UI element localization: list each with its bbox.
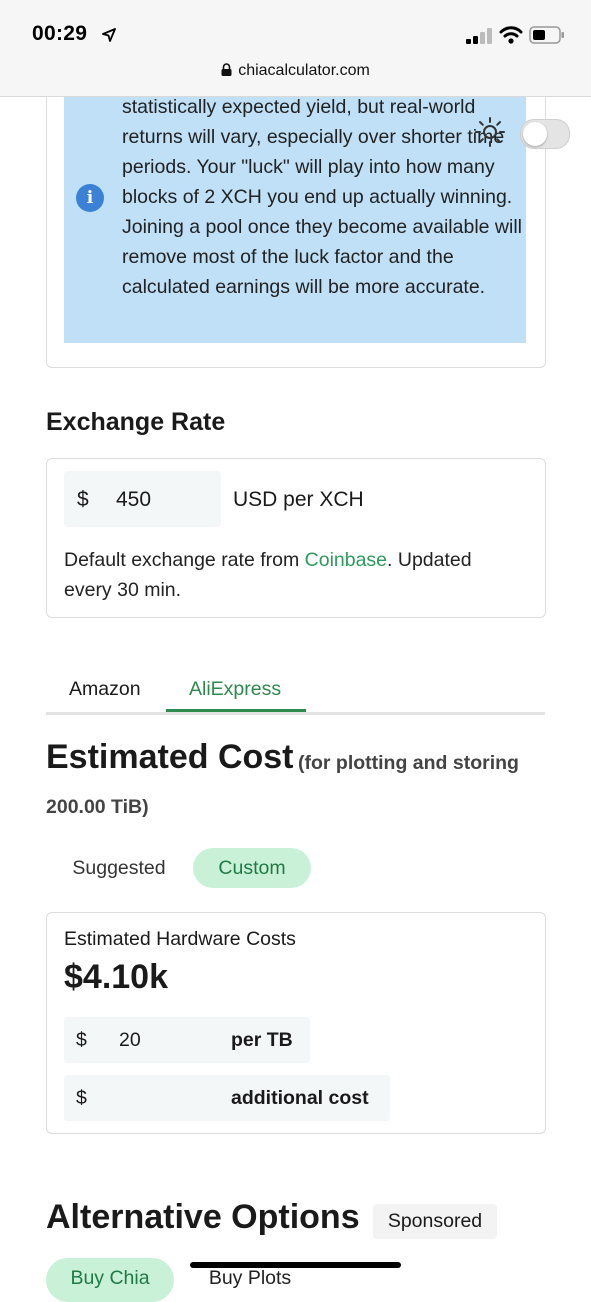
- dark-mode-toggle[interactable]: [520, 119, 570, 149]
- currency-symbol: $: [77, 488, 89, 511]
- exchange-rate-heading: Exchange Rate: [46, 408, 226, 436]
- per-tb-cost-value[interactable]: 20: [119, 1029, 141, 1052]
- sun-icon[interactable]: [474, 116, 506, 148]
- tab-amazon[interactable]: Amazon: [69, 678, 141, 701]
- wifi-icon: [499, 26, 523, 44]
- additional-cost-input[interactable]: $ additional cost: [64, 1075, 390, 1121]
- cellular-signal-icon: [466, 28, 492, 44]
- exchange-rate-note: Default exchange rate from Coinbase. Upd…: [64, 545, 524, 605]
- status-bar: 00:29 chiacalculator.com: [0, 0, 591, 97]
- sponsored-badge: Sponsored: [373, 1204, 497, 1239]
- buy-chia-button[interactable]: Buy Chia: [46, 1258, 174, 1302]
- custom-button[interactable]: Custom: [193, 848, 311, 888]
- hardware-costs-total: $4.10k: [64, 958, 168, 996]
- info-icon: i: [76, 184, 104, 212]
- lock-icon: [221, 63, 232, 76]
- active-tab-indicator: [166, 709, 306, 712]
- suggested-button[interactable]: Suggested: [56, 848, 182, 888]
- additional-cost-label: additional cost: [231, 1087, 369, 1109]
- estimated-cost-heading: Estimated Cost: [46, 738, 294, 776]
- exchange-rate-unit: USD per XCH: [233, 488, 364, 511]
- toggle-knob: [523, 122, 547, 146]
- tab-aliexpress[interactable]: AliExpress: [189, 678, 281, 701]
- note-prefix: Default exchange rate from: [64, 549, 305, 571]
- currency-symbol: $: [76, 1029, 87, 1051]
- url-text: chiacalculator.com: [238, 62, 370, 79]
- estimated-cost-subtitle: (for plotting and storing: [298, 752, 519, 774]
- location-arrow-icon: [102, 28, 116, 42]
- exchange-rate-value[interactable]: 450: [116, 488, 151, 512]
- per-tb-label: per TB: [231, 1029, 293, 1051]
- info-text: statistically expected yield, but real-w…: [122, 96, 522, 298]
- battery-icon: [529, 26, 564, 44]
- per-tb-cost-input[interactable]: $ 20 per TB: [64, 1017, 310, 1063]
- currency-symbol: $: [76, 1087, 87, 1109]
- home-indicator[interactable]: [190, 1262, 401, 1268]
- alternative-options-heading: Alternative Options: [46, 1198, 360, 1236]
- address-bar[interactable]: chiacalculator.com: [0, 62, 591, 80]
- clock: 00:29: [32, 22, 88, 45]
- hardware-costs-title: Estimated Hardware Costs: [64, 928, 296, 950]
- coinbase-link[interactable]: Coinbase: [305, 549, 387, 571]
- estimated-cost-subtitle-size: 200.00 TiB): [46, 796, 149, 818]
